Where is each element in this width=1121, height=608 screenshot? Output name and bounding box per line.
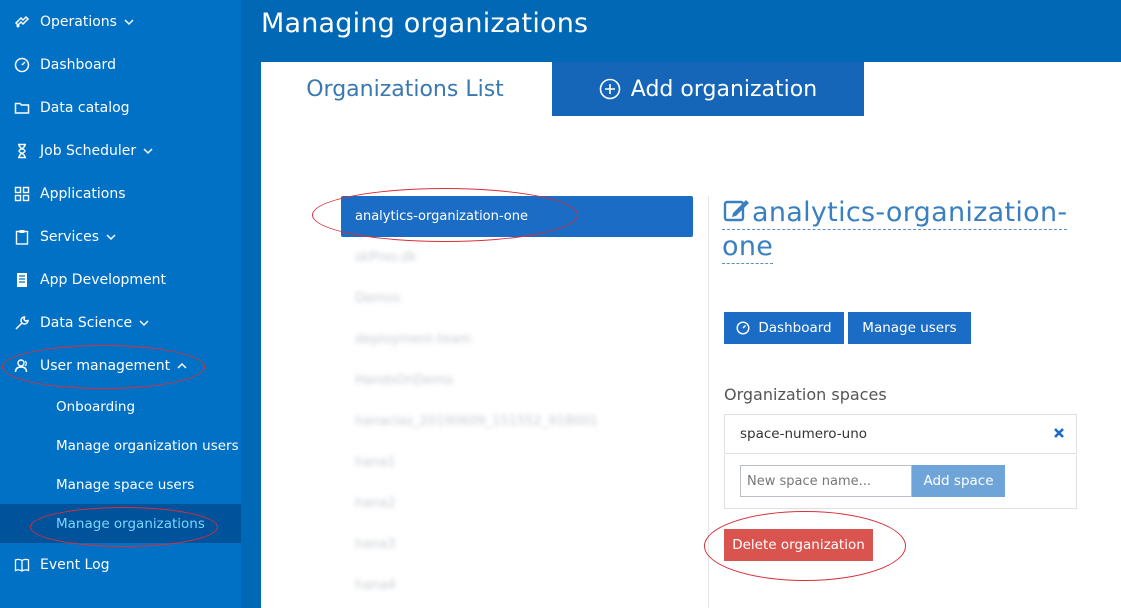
organization-item[interactable]: hana2 bbox=[341, 483, 693, 524]
sidebar-item-applications[interactable]: Applications bbox=[0, 172, 241, 215]
delete-organization-button[interactable]: Delete organization bbox=[724, 529, 873, 561]
sidebar-subitem-label: Manage organization users bbox=[56, 437, 239, 454]
chevron-down-icon bbox=[143, 146, 153, 156]
sidebar-subitem-label: Manage space users bbox=[56, 476, 195, 493]
operations-icon bbox=[14, 14, 30, 30]
sidebar-item-label: Dashboard bbox=[40, 56, 116, 73]
wrench-icon bbox=[14, 315, 30, 331]
sidebar-item-data-science[interactable]: Data Science bbox=[0, 301, 241, 344]
space-list-item: space-numero-uno bbox=[724, 414, 1077, 454]
organization-item[interactable]: deployment-team bbox=[341, 319, 693, 360]
grid-icon bbox=[14, 186, 30, 202]
new-space-name-input[interactable] bbox=[740, 465, 912, 497]
dashboard-icon bbox=[14, 57, 30, 73]
organization-item[interactable]: hanaclas_20190609_151552_918001 bbox=[341, 401, 693, 442]
panel-divider bbox=[708, 196, 709, 608]
chevron-down-icon bbox=[124, 17, 134, 27]
hourglass-icon bbox=[14, 143, 30, 159]
sidebar-item-services[interactable]: Services bbox=[0, 215, 241, 258]
sidebar-item-label: Applications bbox=[40, 185, 126, 202]
sidebar-item-label: User management bbox=[40, 357, 171, 374]
chevron-down-icon bbox=[106, 232, 116, 242]
sidebar: Operations Dashboard Data catalog Job Sc… bbox=[0, 0, 241, 608]
sidebar-item-operations[interactable]: Operations bbox=[0, 0, 241, 43]
sidebar-subitem-manage-space-users[interactable]: Manage space users bbox=[0, 465, 241, 504]
delete-organization-button-label: Delete organization bbox=[732, 537, 865, 553]
sidebar-subitem-onboarding[interactable]: Onboarding bbox=[0, 387, 241, 426]
edit-icon[interactable] bbox=[722, 196, 750, 224]
sidebar-item-label: Operations bbox=[40, 13, 117, 30]
page-title: Managing organizations bbox=[261, 8, 589, 39]
sidebar-item-label: Job Scheduler bbox=[40, 142, 137, 159]
dashboard-icon bbox=[736, 321, 750, 335]
organization-list: analytics-organization-one skPrxo.dk Dem… bbox=[341, 196, 693, 606]
add-space-button[interactable]: Add space bbox=[912, 465, 1005, 497]
sidebar-item-label: Services bbox=[40, 228, 100, 245]
manage-users-button[interactable]: Manage users bbox=[848, 312, 971, 344]
sidebar-subitem-manage-organizations[interactable]: Manage organizations bbox=[0, 504, 241, 543]
plus-circle-icon bbox=[599, 78, 621, 100]
dashboard-button[interactable]: Dashboard bbox=[724, 312, 844, 344]
organization-spaces-heading: Organization spaces bbox=[724, 385, 887, 404]
tab-add-organization[interactable]: Add organization bbox=[552, 62, 864, 116]
book-icon bbox=[14, 557, 30, 573]
sidebar-item-event-log[interactable]: Event Log bbox=[0, 543, 241, 586]
sidebar-item-label: Event Log bbox=[40, 556, 110, 573]
remove-space-icon[interactable] bbox=[1052, 426, 1066, 440]
dashboard-button-label: Dashboard bbox=[758, 320, 832, 336]
organization-item[interactable]: HandsOnDemo bbox=[341, 360, 693, 401]
sidebar-item-app-development[interactable]: App Development bbox=[0, 258, 241, 301]
chevron-down-icon bbox=[139, 318, 149, 328]
organization-name-editable[interactable]: analytics-organization- one bbox=[722, 196, 1072, 264]
folder-icon bbox=[14, 100, 30, 116]
sidebar-item-data-catalog[interactable]: Data catalog bbox=[0, 86, 241, 129]
chevron-up-icon bbox=[177, 361, 187, 371]
sidebar-item-dashboard[interactable]: Dashboard bbox=[0, 43, 241, 86]
organization-item[interactable]: analytics-organization-one bbox=[341, 196, 693, 237]
sidebar-subitem-label: Manage organizations bbox=[56, 515, 205, 532]
organization-item[interactable]: hana1 bbox=[341, 442, 693, 483]
add-space-button-label: Add space bbox=[923, 473, 994, 489]
sidebar-item-label: App Development bbox=[40, 271, 167, 288]
organization-item[interactable]: hana3 bbox=[341, 524, 693, 565]
organization-item[interactable]: hana4 bbox=[341, 565, 693, 606]
clipboard-icon bbox=[14, 229, 30, 245]
sidebar-item-label: Data Science bbox=[40, 314, 133, 331]
manage-users-button-label: Manage users bbox=[862, 320, 957, 336]
organization-item[interactable]: Demos bbox=[341, 278, 693, 319]
sidebar-subitem-manage-organization-users[interactable]: Manage organization users bbox=[0, 426, 241, 465]
users-icon bbox=[14, 358, 30, 374]
sidebar-item-job-scheduler[interactable]: Job Scheduler bbox=[0, 129, 241, 172]
sidebar-item-label: Data catalog bbox=[40, 99, 130, 116]
space-name: space-numero-uno bbox=[740, 426, 868, 442]
tab-label: Organizations List bbox=[306, 76, 504, 102]
sidebar-item-user-management[interactable]: User management bbox=[0, 344, 241, 387]
server-icon bbox=[14, 272, 30, 288]
tab-label: Add organization bbox=[630, 76, 818, 102]
organization-item[interactable]: skPrxo.dk bbox=[341, 237, 693, 278]
sidebar-subitem-label: Onboarding bbox=[56, 398, 136, 415]
organization-name-line1: analytics-organization- bbox=[752, 197, 1068, 228]
organization-name-line2: one bbox=[722, 231, 774, 264]
tab-organizations-list[interactable]: Organizations List bbox=[261, 62, 549, 116]
